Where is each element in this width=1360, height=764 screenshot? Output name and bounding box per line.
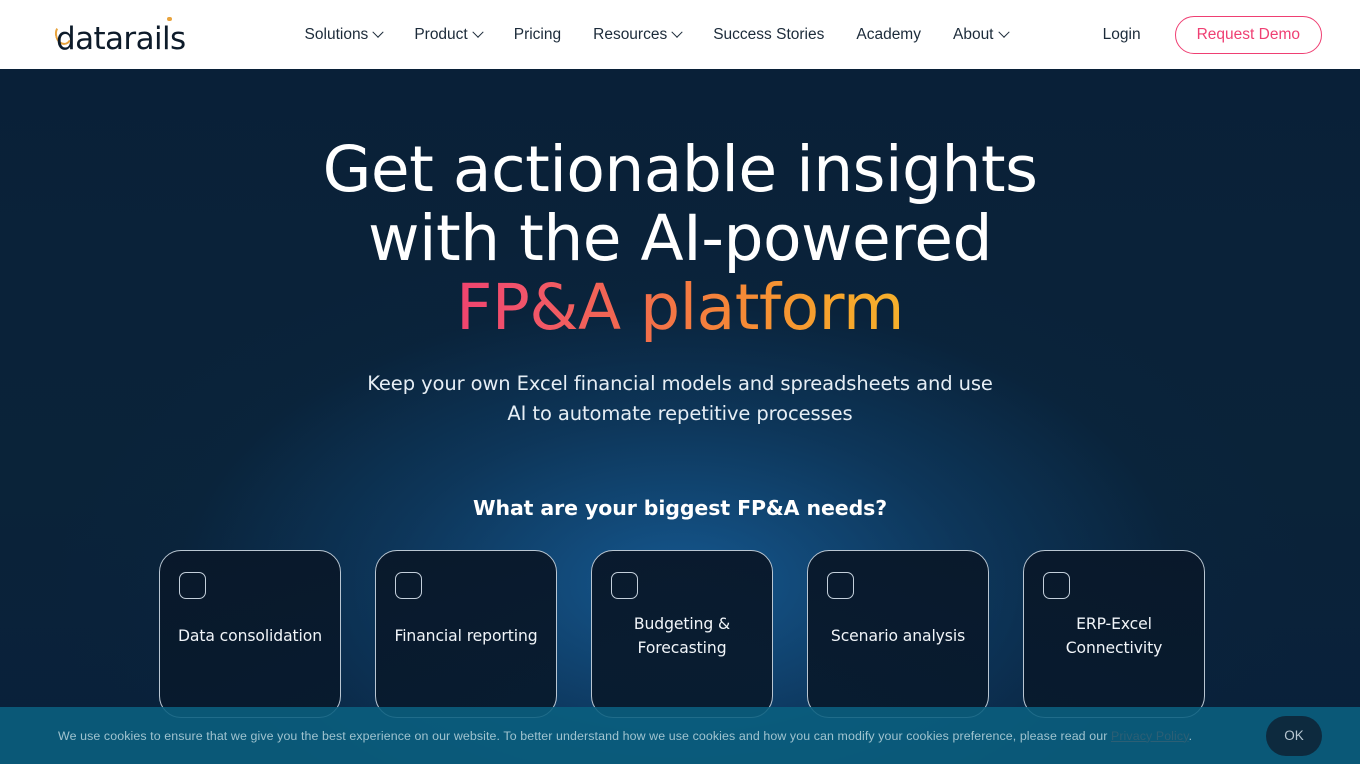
needs-question-title: What are your biggest FP&A needs? bbox=[472, 496, 888, 520]
nav-label-about: About bbox=[952, 26, 994, 43]
nav-label-pricing: Pricing bbox=[513, 26, 562, 43]
needs-card-financial-reporting[interactable]: Financial reporting bbox=[375, 550, 557, 718]
site-header: datarails Solutions Product Pricing Reso… bbox=[0, 0, 1360, 69]
cookie-message-suffix: . bbox=[1188, 728, 1193, 743]
hero-subheading: Keep your own Excel financial models and… bbox=[0, 369, 1360, 429]
nav-item-resources[interactable]: Resources bbox=[577, 0, 697, 69]
needs-card-label: ERP-Excel Connectivity bbox=[1065, 615, 1163, 657]
hero-section: Get actionable insights with the AI-powe… bbox=[0, 69, 1360, 764]
privacy-policy-link[interactable]: Privacy Policy bbox=[1111, 729, 1189, 743]
checkbox-data-consolidation[interactable] bbox=[179, 572, 206, 599]
chevron-down-icon bbox=[372, 26, 384, 38]
nav-item-solutions[interactable]: Solutions bbox=[289, 0, 399, 69]
headline-line-2: with the AI-powered bbox=[367, 202, 993, 275]
nav-label-product: Product bbox=[414, 26, 468, 43]
needs-card-list: Data consolidation Financial reporting B… bbox=[0, 550, 1360, 718]
nav-item-academy[interactable]: Academy bbox=[840, 0, 937, 69]
primary-nav: Solutions Product Pricing Resources Succ… bbox=[289, 0, 1024, 69]
checkbox-financial-reporting[interactable] bbox=[395, 572, 422, 599]
nav-label-success-stories: Success Stories bbox=[713, 26, 825, 43]
needs-card-budgeting-forecasting[interactable]: Budgeting & Forecasting bbox=[591, 550, 773, 718]
cookie-message-text: We use cookies to ensure that we give yo… bbox=[58, 728, 1111, 743]
chevron-down-icon bbox=[997, 26, 1010, 38]
cookie-consent-banner: We use cookies to ensure that we give yo… bbox=[0, 707, 1360, 764]
nav-label-solutions: Solutions bbox=[304, 26, 369, 43]
hero-content: Get actionable insights with the AI-powe… bbox=[0, 69, 1360, 718]
hero-headline: Get actionable insights with the AI-powe… bbox=[0, 135, 1360, 342]
chevron-down-icon bbox=[671, 26, 683, 38]
cookie-message: We use cookies to ensure that we give yo… bbox=[58, 728, 1192, 744]
nav-item-about[interactable]: About bbox=[937, 0, 1024, 69]
checkbox-erp-excel-connectivity[interactable] bbox=[1043, 572, 1070, 599]
nav-label-resources: Resources bbox=[593, 26, 668, 43]
datarails-logo[interactable]: datarails bbox=[53, 15, 186, 57]
headline-line-3-gradient: FP&A platform bbox=[456, 271, 904, 344]
subhead-line-1: Keep your own Excel financial models and… bbox=[367, 372, 993, 395]
chevron-down-icon bbox=[472, 26, 484, 38]
needs-card-erp-excel-connectivity[interactable]: ERP-Excel Connectivity bbox=[1023, 550, 1205, 718]
checkbox-budgeting-forecasting[interactable] bbox=[611, 572, 638, 599]
header-inner: datarails Solutions Product Pricing Reso… bbox=[0, 0, 1360, 69]
needs-card-label: Data consolidation bbox=[177, 627, 323, 645]
nav-item-product[interactable]: Product bbox=[398, 0, 497, 69]
nav-label-academy: Academy bbox=[856, 26, 921, 43]
logo-text: datarails bbox=[56, 20, 186, 57]
checkbox-scenario-analysis[interactable] bbox=[827, 572, 854, 599]
headline-line-1: Get actionable insights bbox=[322, 133, 1038, 206]
needs-card-label: Scenario analysis bbox=[830, 627, 966, 645]
needs-card-scenario-analysis[interactable]: Scenario analysis bbox=[807, 550, 989, 718]
needs-card-data-consolidation[interactable]: Data consolidation bbox=[159, 550, 341, 718]
nav-item-pricing[interactable]: Pricing bbox=[498, 0, 577, 69]
login-link[interactable]: Login bbox=[1081, 26, 1163, 44]
subhead-line-2: AI to automate repetitive processes bbox=[507, 402, 853, 425]
nav-item-success-stories[interactable]: Success Stories bbox=[697, 0, 840, 69]
page-root: datarails Solutions Product Pricing Reso… bbox=[0, 0, 1360, 764]
header-actions: Login Request Demo bbox=[1081, 15, 1322, 54]
request-demo-button[interactable]: Request Demo bbox=[1174, 15, 1322, 54]
needs-card-label: Financial reporting bbox=[394, 627, 538, 645]
cookie-accept-button[interactable]: OK bbox=[1266, 715, 1322, 756]
needs-card-label: Budgeting & Forecasting bbox=[633, 615, 731, 657]
